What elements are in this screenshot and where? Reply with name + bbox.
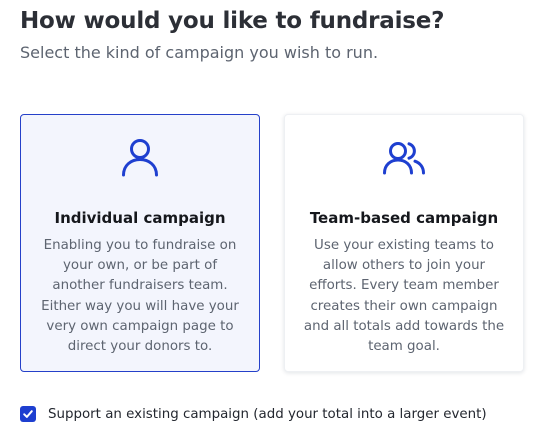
card-title: Individual campaign (54, 209, 226, 227)
card-description-line: Either way you will have your (41, 298, 239, 314)
card-description-line: very own campaign page to (46, 318, 234, 334)
card-description-line: your own, or be part of (62, 258, 218, 274)
checkmark-icon (23, 410, 33, 418)
card-description-line: team goal. (368, 339, 440, 355)
single-person-icon (21, 135, 259, 179)
card-description: Enabling you to fundraise on your own, o… (39, 236, 241, 357)
card-description-line: creates their own campaign (310, 298, 498, 314)
card-description-line: and all totals add towards the (303, 318, 505, 334)
support-existing-campaign-checkbox[interactable] (20, 406, 36, 422)
page-title: How would you like to fundraise? (20, 8, 445, 34)
group-people-icon (285, 135, 523, 179)
card-description-line: direct your donors to. (67, 339, 213, 355)
support-existing-campaign-label: Support an existing campaign (add your t… (48, 406, 487, 422)
card-title: Team-based campaign (309, 209, 499, 227)
card-description: Use your existing teams to allow others … (303, 236, 505, 357)
team-based-campaign-card[interactable]: Team-based campaign Use your existing te… (284, 114, 524, 372)
card-description-line: allow others to join your (322, 258, 486, 274)
card-description-line: efforts. Every team member (309, 278, 499, 294)
individual-campaign-card[interactable]: Individual campaign Enabling you to fund… (20, 114, 260, 372)
card-description-line: Use your existing teams to (314, 238, 494, 253)
card-description-line: another fundraisers team. (52, 278, 228, 294)
page-subtitle: Select the kind of campaign you wish to … (20, 43, 379, 62)
support-existing-campaign-option[interactable]: Support an existing campaign (add your t… (20, 405, 487, 423)
fundraise-type-page: How would you like to fundraise? Select … (0, 0, 551, 443)
card-description-line: Enabling you to fundraise on (43, 238, 237, 253)
